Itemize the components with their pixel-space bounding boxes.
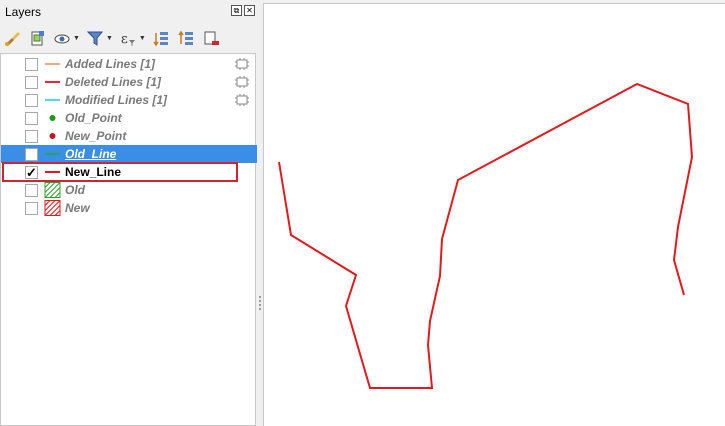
layer-row[interactable]: Old <box>1 181 257 199</box>
layer-row[interactable]: Added Lines [1] <box>1 55 257 73</box>
line-symbol-icon <box>44 92 61 108</box>
layer-name-label: Modified Lines [1] <box>65 93 167 107</box>
qgis-window: Layers ⧉ ✕ ▼ ▼ ε ▼ Added Lines [1] Delet… <box>0 0 725 426</box>
layer-name-label: New_Point <box>65 129 127 143</box>
line-symbol-icon <box>44 56 61 72</box>
map-canvas[interactable] <box>263 3 725 426</box>
line-symbol-icon <box>44 74 61 90</box>
layer-name-label: Old <box>65 183 85 197</box>
layer-visibility-checkbox[interactable] <box>25 58 38 71</box>
embedded-layer-icon[interactable] <box>235 94 249 106</box>
layer-row[interactable]: Old_Point <box>1 109 257 127</box>
remove-layer-icon <box>204 31 219 45</box>
layer-visibility-checkbox[interactable] <box>25 130 38 143</box>
filter-legend-button[interactable] <box>86 29 105 48</box>
expand-all-button[interactable] <box>152 29 171 48</box>
layer-name-label: Old_Line <box>65 147 117 161</box>
layer-name-label: Added Lines [1] <box>65 57 156 71</box>
layer-visibility-checkbox[interactable] <box>25 184 38 197</box>
line-symbol-icon <box>44 146 61 162</box>
close-panel-button[interactable]: ✕ <box>244 5 255 16</box>
embedded-layer-icon[interactable] <box>235 58 249 70</box>
manage-visibility-icon <box>54 34 70 43</box>
layer-row[interactable]: New_Point <box>1 127 257 145</box>
add-group-icon <box>31 30 44 45</box>
float-panel-button[interactable]: ⧉ <box>231 5 242 16</box>
collapse-all-button[interactable] <box>177 29 196 48</box>
embedded-layer-icon[interactable] <box>235 76 249 88</box>
point-symbol-icon <box>44 110 61 126</box>
filter-legend-icon <box>86 31 104 46</box>
layers-panel: Layers ⧉ ✕ ▼ ▼ ε ▼ Added Lines [1] Delet… <box>0 0 258 426</box>
point-symbol-icon <box>44 128 61 144</box>
layer-name-label: New <box>65 201 90 215</box>
polygon-symbol-icon <box>44 182 61 198</box>
expand-all-icon <box>153 31 168 46</box>
collapse-all-icon <box>178 30 193 45</box>
layer-name-label: New_Line <box>65 165 122 179</box>
layer-visibility-checkbox[interactable] <box>25 94 38 107</box>
layer-visibility-checkbox[interactable] <box>25 202 38 215</box>
remove-layer-button[interactable] <box>202 29 221 48</box>
new-line-feature[interactable] <box>278 82 694 389</box>
layer-visibility-checkbox[interactable] <box>25 76 38 89</box>
open-layer-styling-icon <box>5 31 20 46</box>
panel-title: Layers <box>5 5 42 19</box>
filter-by-expression-button[interactable]: ε <box>119 29 138 48</box>
layer-name-label: Deleted Lines [1] <box>65 75 162 89</box>
layer-name-label: Old_Point <box>65 111 122 125</box>
layer-visibility-checkbox[interactable] <box>25 112 38 125</box>
layers-toolbar: ▼ ▼ ε ▼ <box>3 26 221 50</box>
add-group-button[interactable] <box>28 29 47 48</box>
filter-dropdown-caret[interactable]: ▼ <box>106 35 113 42</box>
layer-row[interactable]: Modified Lines [1] <box>1 91 257 109</box>
map-svg <box>278 82 694 389</box>
splitter-grip[interactable] <box>259 296 261 310</box>
panel-controls: ⧉ ✕ <box>231 5 255 16</box>
layer-row[interactable]: ✓ New_Line <box>1 163 257 181</box>
layer-row[interactable]: New <box>1 199 257 217</box>
manage-visibility-button[interactable] <box>53 29 72 48</box>
svg-text:ε: ε <box>121 32 128 47</box>
layer-row[interactable]: Old_Line <box>1 145 257 163</box>
polygon-symbol-icon <box>44 200 61 216</box>
layer-visibility-checkbox[interactable]: ✓ <box>25 166 38 179</box>
line-symbol-icon <box>44 164 61 180</box>
layer-row[interactable]: Deleted Lines [1] <box>1 73 257 91</box>
expression-dropdown-caret[interactable]: ▼ <box>139 35 146 42</box>
open-layer-styling-button[interactable] <box>3 29 22 48</box>
visibility-dropdown-caret[interactable]: ▼ <box>73 35 80 42</box>
layer-visibility-checkbox[interactable] <box>25 148 38 161</box>
filter-by-expression-icon: ε <box>121 32 135 47</box>
layer-tree[interactable]: Added Lines [1] Deleted Lines [1] Modified… <box>0 53 257 426</box>
